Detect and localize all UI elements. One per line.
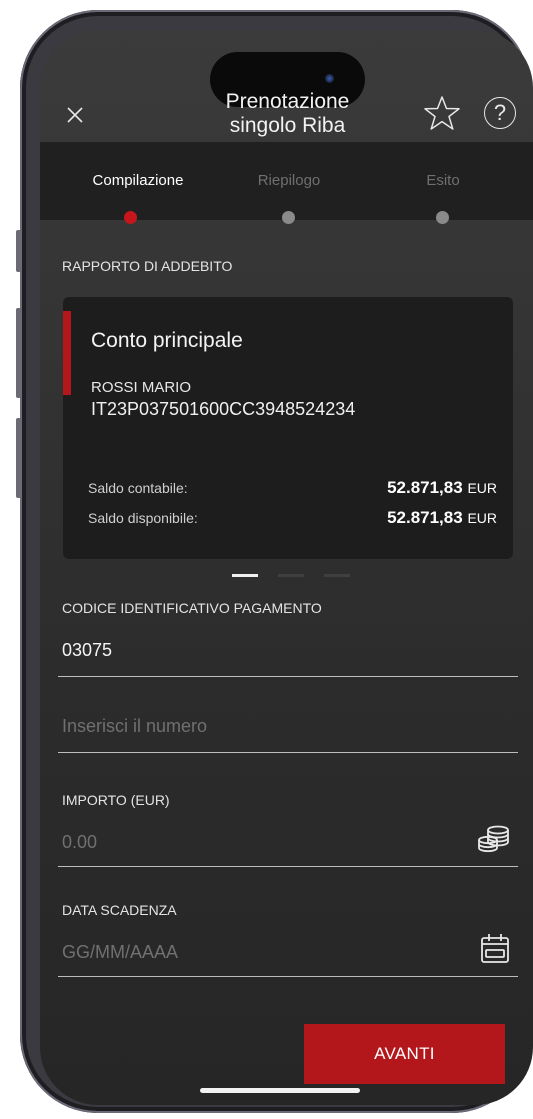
page-title-line1: Prenotazione (225, 90, 350, 113)
accounting-balance-label: Saldo contabile: (88, 480, 188, 496)
payment-number-input[interactable]: Inserisci il numero (58, 706, 518, 756)
payment-code-field[interactable]: 03075 (58, 630, 518, 680)
step-esito: Esito (426, 172, 460, 189)
app-screen: Prenotazione singolo Riba ? Compilazione… (40, 30, 533, 1105)
available-balance-label: Saldo disponibile: (88, 510, 198, 526)
step-riepilogo: Riepilogo (257, 172, 321, 189)
debit-section-label: RAPPORTO DI ADDEBITO (62, 258, 233, 274)
available-balance: 52.871,83 EUR (387, 508, 497, 528)
payment-code-label: CODICE IDENTIFICATIVO PAGAMENTO (62, 600, 322, 616)
help-button[interactable]: ? (484, 97, 516, 129)
available-balance-currency: EUR (467, 510, 497, 526)
account-name: Conto principale (91, 329, 243, 352)
home-indicator[interactable] (200, 1088, 360, 1093)
payment-number-underline (58, 752, 518, 753)
close-button[interactable] (64, 104, 86, 126)
page-title: Prenotazione singolo Riba (180, 90, 395, 138)
due-date-placeholder: GG/MM/AAAA (62, 942, 179, 962)
amount-label: IMPORTO (EUR) (62, 792, 170, 808)
amount-underline (58, 866, 518, 867)
payment-number-placeholder: Inserisci il numero (62, 716, 208, 736)
available-balance-value: 52.871,83 (387, 508, 463, 527)
accounting-balance-value: 52.871,83 (387, 478, 463, 497)
step-dot-compilazione (124, 211, 137, 224)
payment-code-value: 03075 (62, 640, 113, 660)
step-dot-riepilogo (282, 211, 295, 224)
help-icon: ? (493, 100, 507, 125)
card-pager-dot-2[interactable] (278, 574, 304, 577)
coins-icon[interactable] (476, 824, 512, 854)
header: Prenotazione singolo Riba ? (40, 30, 533, 142)
payment-code-underline (58, 676, 518, 677)
due-date-underline (58, 976, 518, 977)
amount-placeholder: 0.00 (62, 832, 98, 852)
avanti-button[interactable]: AVANTI (304, 1024, 505, 1084)
accounting-balance-currency: EUR (467, 480, 497, 496)
amount-input[interactable]: 0.00 (58, 820, 518, 870)
step-dot-esito (436, 211, 449, 224)
page-title-line2: singolo Riba (229, 114, 346, 137)
close-icon (67, 107, 83, 123)
due-date-label: DATA SCADENZA (62, 902, 177, 918)
due-date-input[interactable]: GG/MM/AAAA (58, 930, 518, 980)
card-pager-dot-1[interactable] (232, 574, 258, 577)
card-pager-dot-3[interactable] (324, 574, 350, 577)
step-compilazione: Compilazione (92, 172, 184, 189)
favorite-button[interactable] (423, 95, 461, 131)
account-card-accent (63, 311, 71, 395)
account-holder: ROSSI MARIO (91, 379, 192, 396)
progress-stepper: Compilazione Riepilogo Esito (40, 142, 533, 224)
star-icon (424, 96, 460, 130)
calendar-icon[interactable] (478, 932, 512, 966)
accounting-balance: 52.871,83 EUR (387, 478, 497, 498)
account-card[interactable]: Conto principale ROSSI MARIO IT23P037501… (63, 297, 513, 559)
account-iban: IT23P037501600CC3948524234 (91, 399, 356, 419)
